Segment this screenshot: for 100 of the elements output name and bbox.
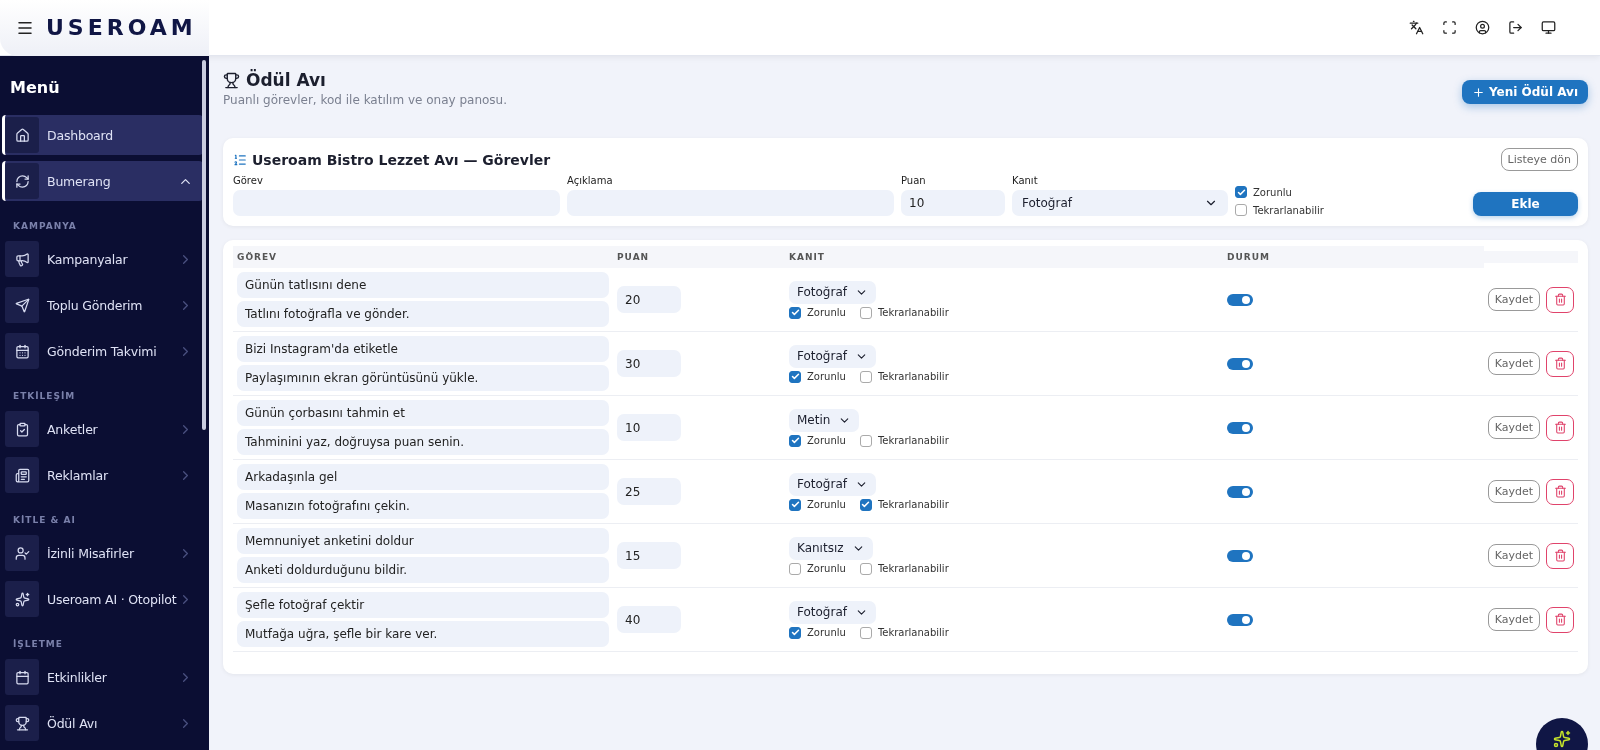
save-button[interactable]: Kaydet [1487,288,1540,311]
delete-button[interactable] [1546,286,1574,313]
checkbox[interactable]: Zorunlu [789,626,846,639]
task-title-field[interactable]: Günün tatlısını dene [237,272,609,298]
new-hunt-button[interactable]: Yeni Ödül Avı [1462,80,1588,104]
task-title-field[interactable]: Günün çorbasını tahmin et [237,400,609,426]
evidence-select[interactable]: Fotoğraf [789,472,876,496]
status-toggle[interactable] [1227,357,1253,370]
trash-icon [1553,613,1567,626]
sidebar-item[interactable]: Dashboard [2,115,203,155]
points-field[interactable]: 20 [617,286,681,313]
sidebar-item[interactable]: Anketler [2,409,203,449]
logout-icon[interactable] [1508,20,1523,35]
points-field[interactable]: 40 [617,606,681,633]
megaphone-icon [5,241,39,277]
field-label: Açıklama [567,175,614,186]
points-field[interactable]: 15 [617,542,681,569]
monitor-icon[interactable] [1541,20,1556,35]
checkbox[interactable]: Tekrarlanabilir [859,370,949,383]
task-title-field[interactable]: Arkadaşınla gel [237,464,609,490]
input-field[interactable]: 10 [901,190,1005,216]
field-label: Kanıt [1012,175,1039,186]
save-button[interactable]: Kaydet [1487,352,1540,375]
field-label: Puan [901,175,927,186]
back-button[interactable]: Listeye dön [1500,148,1578,171]
checkbox[interactable]: Zorunlu [1235,186,1324,198]
task-description-field[interactable]: Mutfağa uğra, şefle bir kare ver. [237,621,609,647]
check-icon [1236,187,1246,197]
calendar-icon [5,333,39,369]
task-description-field[interactable]: Anketi doldurduğunu bildir. [237,557,609,583]
checkbox[interactable]: Zorunlu [789,370,846,383]
task-title-field[interactable]: Şefle fotoğraf çektir [237,592,609,618]
delete-button[interactable] [1546,350,1574,377]
checkbox[interactable]: Zorunlu [789,562,846,575]
sidebar-item[interactable]: Etkinlikler [2,657,203,697]
column-header: DURUM [1223,246,1484,268]
checkbox[interactable]: Tekrarlanabilir [1235,204,1324,216]
task-description-field[interactable]: Tahminini yaz, doğruysa puan senin. [237,429,609,455]
points-field[interactable]: 30 [617,350,681,377]
sparkles-icon [5,581,39,617]
sidebar-item[interactable]: Gönderim Takvimi [2,331,203,371]
delete-button[interactable] [1546,542,1574,569]
sidebar-item[interactable]: Useroam AI · Otopilot [2,579,203,619]
check-icon [790,628,800,637]
checkbox[interactable]: Zorunlu [789,434,846,447]
card-title: Useroam Bistro Lezzet Avı — Görevler [252,151,551,168]
checkbox[interactable]: Tekrarlanabilir [859,562,949,575]
evidence-select[interactable]: Kanıtsız [789,536,873,560]
task-title-field[interactable]: Memnuniyet anketini doldur [237,528,609,554]
translate-icon[interactable] [1409,20,1424,35]
user-icon[interactable] [1475,20,1490,35]
newspaper-icon [5,457,39,493]
task-description-field[interactable]: Paylaşımının ekran görüntüsünü yükle. [237,365,609,391]
delete-button[interactable] [1546,606,1574,633]
task-description-field[interactable]: Tatlını fotoğrafla ve gönder. [237,301,609,327]
points-field[interactable]: 10 [617,414,681,441]
evidence-select[interactable]: Fotoğraf [789,600,876,624]
evidence-select[interactable]: Fotoğraf [789,344,876,368]
save-button[interactable]: Kaydet [1487,416,1540,439]
checkbox[interactable]: Tekrarlanabilir [859,498,949,511]
fullscreen-icon[interactable] [1442,20,1457,35]
task-title-field[interactable]: Bizi Instagram'da etiketle [237,336,609,362]
checkbox[interactable]: Tekrarlanabilir [859,626,949,639]
plus-icon [1472,85,1485,99]
checkbox[interactable]: Zorunlu [789,498,846,511]
sidebar-item[interactable]: Ödül Avı [2,703,203,743]
points-field[interactable]: 25 [617,478,681,505]
page-title: Ödül Avı [246,70,326,90]
add-button[interactable]: Ekle [1473,192,1578,216]
sidebar-item[interactable]: Bumerang [2,161,203,201]
sidebar-item[interactable]: Reklamlar [2,455,203,495]
check-icon [790,500,800,509]
checkbox[interactable]: Tekrarlanabilir [859,434,949,447]
column-header: PUAN [613,246,785,268]
evidence-select[interactable]: Fotoğraf [1012,190,1228,216]
sidebar-item[interactable]: Kampanyalar [2,239,203,279]
check-icon [790,436,800,445]
evidence-select[interactable]: Metin [789,408,860,432]
status-toggle[interactable] [1227,485,1253,498]
list-icon [233,152,247,167]
evidence-select[interactable]: Fotoğraf [789,280,876,304]
scrollbar[interactable] [202,60,206,430]
checkbox[interactable]: Zorunlu [789,306,846,319]
delete-button[interactable] [1546,414,1574,441]
send-icon [5,287,39,323]
save-button[interactable]: Kaydet [1487,480,1540,503]
task-description-field[interactable]: Masanızın fotoğrafını çekin. [237,493,609,519]
status-toggle[interactable] [1227,421,1253,434]
status-toggle[interactable] [1227,293,1253,306]
column-header: KANIT [785,246,1223,268]
sidebar-item[interactable]: Toplu Gönderim [2,285,203,325]
home-icon [5,117,39,153]
status-toggle[interactable] [1227,613,1253,626]
status-toggle[interactable] [1227,549,1253,562]
delete-button[interactable] [1546,478,1574,505]
save-button[interactable]: Kaydet [1487,608,1540,631]
sidebar-item[interactable]: İzinli Misafirler [2,533,203,573]
checkbox[interactable]: Tekrarlanabilir [859,306,949,319]
save-button[interactable]: Kaydet [1487,544,1540,567]
trophy-icon [5,705,39,741]
